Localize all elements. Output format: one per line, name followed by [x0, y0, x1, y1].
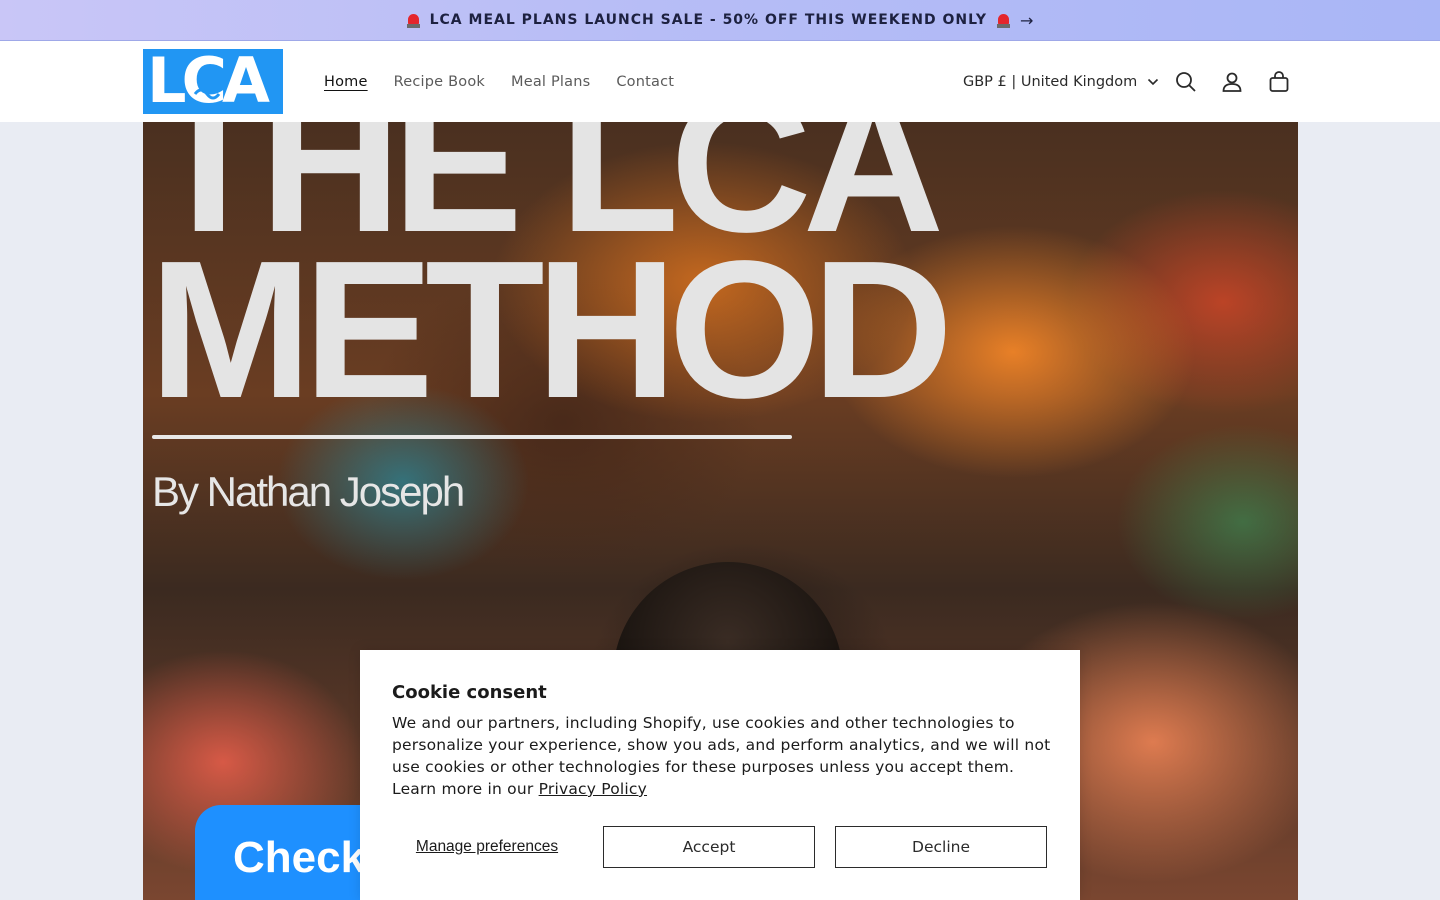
siren-icon: [996, 13, 1010, 28]
cookie-consent-dialog: Cookie consent We and our partners, incl…: [360, 650, 1080, 900]
locale-selector[interactable]: GBP £ | United Kingdom: [963, 41, 1159, 122]
logo[interactable]: LCA: [143, 49, 283, 114]
hero-title-line2: METHOD: [149, 220, 953, 439]
cart-button[interactable]: [1264, 67, 1294, 97]
cart-icon: [1269, 71, 1289, 92]
announcement-bar[interactable]: LCA MEAL PLANS LAUNCH SALE - 50% OFF THI…: [0, 0, 1440, 41]
nav-meal-plans[interactable]: Meal Plans: [511, 74, 590, 90]
account-button[interactable]: [1217, 67, 1247, 97]
privacy-policy-link[interactable]: Privacy Policy: [539, 780, 647, 798]
nav-recipe-book[interactable]: Recipe Book: [394, 74, 485, 90]
cookie-body: We and our partners, including Shopify, …: [392, 712, 1052, 800]
locale-label: GBP £ | United Kingdom: [963, 73, 1138, 90]
site-header: LCA Home Recipe Book Meal Plans Contact …: [0, 41, 1440, 122]
search-button[interactable]: [1171, 67, 1201, 97]
logo-mark-icon: [193, 88, 221, 100]
hero-cta-label: Check: [233, 833, 366, 882]
main-nav: Home Recipe Book Meal Plans Contact: [324, 41, 674, 122]
search-icon: [1176, 72, 1196, 92]
nav-home[interactable]: Home: [324, 74, 368, 90]
announcement-text: LCA MEAL PLANS LAUNCH SALE - 50% OFF THI…: [429, 12, 987, 28]
hero-byline: By Nathan Joseph: [152, 468, 465, 515]
cookie-title: Cookie consent: [392, 682, 547, 703]
arrow-right-icon[interactable]: →: [1020, 11, 1033, 30]
siren-icon: [406, 13, 420, 28]
nav-contact[interactable]: Contact: [616, 74, 674, 90]
cookie-body-text: We and our partners, including Shopify, …: [392, 714, 1051, 798]
chevron-down-icon: [1148, 78, 1159, 85]
decline-button[interactable]: Decline: [835, 826, 1047, 868]
account-icon: [1222, 72, 1242, 92]
accept-button[interactable]: Accept: [603, 826, 815, 868]
hero-divider: [152, 435, 792, 439]
manage-preferences-button[interactable]: Manage preferences: [392, 826, 582, 868]
